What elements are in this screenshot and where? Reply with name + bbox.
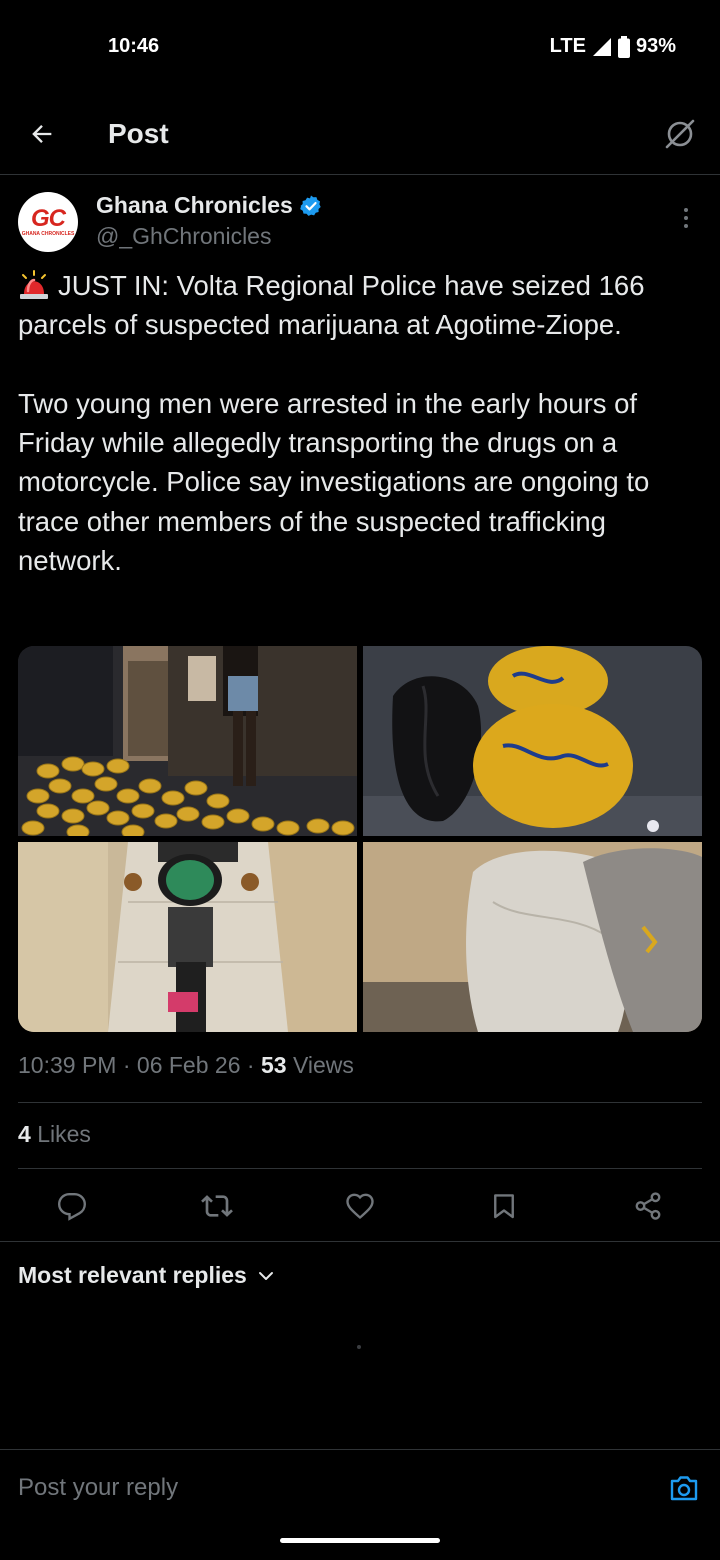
reply-input[interactable]: Post your reply <box>18 1474 178 1502</box>
more-vertical-icon <box>684 208 688 228</box>
divider <box>18 1168 702 1169</box>
siren-icon <box>20 270 48 299</box>
tweet-paragraph-1-text: JUST IN: Volta Regional Police have seiz… <box>18 270 653 341</box>
photo-motorcycle[interactable] <box>18 842 357 1032</box>
heart-icon <box>346 1193 374 1220</box>
action-bar <box>0 1184 720 1228</box>
back-button[interactable] <box>22 114 62 154</box>
bookmark-icon <box>494 1194 514 1219</box>
signal-icon <box>592 37 611 56</box>
more-options-button[interactable] <box>674 204 698 232</box>
avatar[interactable]: GC GHANA CHRONICLES <box>18 192 78 252</box>
home-indicator[interactable] <box>280 1538 440 1543</box>
post-date: 06 Feb 26 <box>136 1052 241 1078</box>
like-button[interactable] <box>338 1184 382 1228</box>
reply-button[interactable] <box>50 1184 94 1228</box>
meta-separator: · <box>122 1052 131 1078</box>
camera-icon <box>670 1476 698 1501</box>
likes-count: 4 <box>18 1121 31 1147</box>
replies-sort-label: Most relevant replies <box>18 1262 247 1288</box>
photo-parcels-image <box>363 646 702 836</box>
post-time: 10:39 PM <box>18 1052 117 1078</box>
repost-button[interactable] <box>195 1184 239 1228</box>
reply-icon <box>57 1192 87 1221</box>
divider <box>0 1241 720 1242</box>
post-header: Post <box>0 94 720 175</box>
status-time: 10:46 <box>108 35 160 57</box>
photo-sacks-image <box>363 842 702 1032</box>
likes-stat[interactable]: 4 Likes <box>18 1121 91 1148</box>
battery-label: 93% <box>635 35 676 57</box>
page-title: Post <box>108 118 169 149</box>
verified-badge-icon <box>300 195 321 216</box>
author-row: GC GHANA CHRONICLES Ghana Chronicles @_G… <box>18 190 702 260</box>
author-name: Ghana Chronicles <box>96 192 293 218</box>
camera-button[interactable] <box>666 1470 702 1506</box>
loading-indicator <box>357 1345 361 1349</box>
replies-sort-dropdown[interactable]: Most relevant replies <box>18 1262 275 1289</box>
views-count: 53 <box>260 1052 287 1078</box>
chevron-down-icon <box>258 1271 273 1280</box>
battery-icon <box>617 35 630 58</box>
photo-sacks[interactable] <box>363 842 702 1032</box>
grok-button[interactable] <box>658 112 702 156</box>
photo-suspects-with-parcels[interactable] <box>18 646 357 836</box>
reply-composer[interactable]: Post your reply <box>0 1449 720 1527</box>
network-label: LTE <box>549 35 586 57</box>
meta-separator: · <box>246 1052 255 1078</box>
status-indicators: LTE 93% <box>550 35 676 58</box>
divider <box>18 1102 702 1103</box>
views-label: Views <box>292 1052 354 1078</box>
bookmark-button[interactable] <box>482 1184 526 1228</box>
post-meta: 10:39 PM · 06 Feb 26 · 53 Views <box>18 1052 354 1079</box>
tweet-paragraph-1: JUST IN: Volta Regional Police have seiz… <box>18 266 708 345</box>
likes-label: Likes <box>37 1121 91 1147</box>
author-handle[interactable]: @_GhChronicles <box>96 223 271 250</box>
avatar-logo-subtext: GHANA CHRONICLES <box>21 230 75 237</box>
share-icon <box>635 1192 661 1220</box>
status-bar: 10:46 LTE 93% <box>0 0 720 94</box>
grok-icon <box>665 119 695 149</box>
tweet-text: JUST IN: Volta Regional Police have seiz… <box>18 266 708 580</box>
repost-icon <box>201 1195 233 1217</box>
tweet-paragraph-2: Two young men were arrested in the early… <box>18 387 657 577</box>
photo-motorcycle-image <box>18 842 357 1032</box>
photo-suspects-image <box>18 646 357 836</box>
arrow-left-icon <box>32 125 52 143</box>
photo-wrapped-parcels[interactable] <box>363 646 702 836</box>
share-button[interactable] <box>626 1184 670 1228</box>
avatar-logo-text: GC <box>31 204 66 232</box>
author-name-row[interactable]: Ghana Chronicles <box>96 192 323 219</box>
media-grid <box>18 646 702 1032</box>
